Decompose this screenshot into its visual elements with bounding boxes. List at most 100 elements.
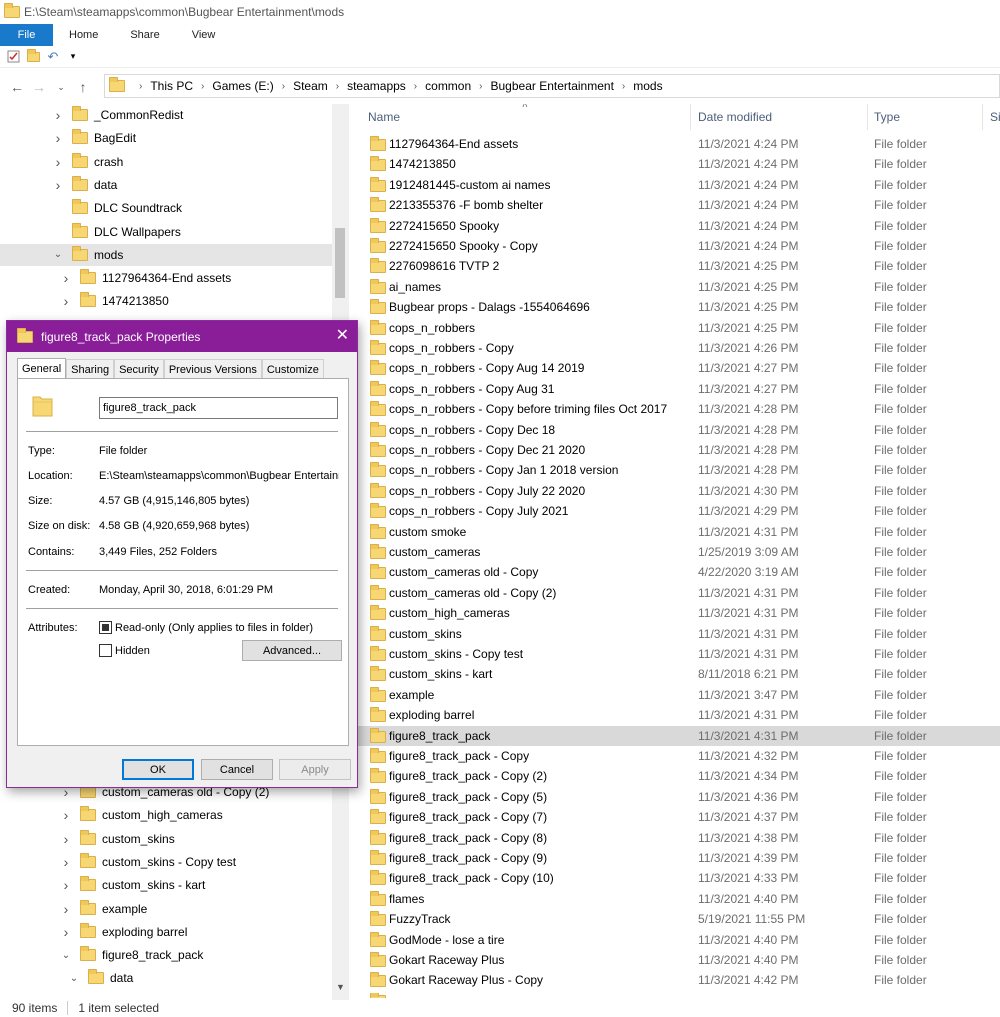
tree-item[interactable]: › 1127964364-End assets <box>0 267 332 289</box>
list-item[interactable]: figure8_track_pack - Copy (5) 11/3/2021 4… <box>352 787 1000 807</box>
list-item[interactable]: custom_cameras old - Copy (2) 11/3/2021 4… <box>352 583 1000 603</box>
list-item[interactable]: cops_n_robbers - Copy Dec 21 2020 11/3/20… <box>352 440 1000 460</box>
chevron-right-icon[interactable]: › <box>60 270 72 286</box>
chevron-right-icon[interactable]: › <box>52 154 64 170</box>
tree-item[interactable]: › data <box>0 174 332 196</box>
chevron-right-icon[interactable]: › <box>60 901 72 917</box>
breadcrumb-item[interactable]: steamapps <box>347 79 406 93</box>
scroll-down-icon[interactable]: ▼ <box>336 982 345 992</box>
list-item[interactable]: figure8_track_pack - Copy (10) 11/3/2021 … <box>352 868 1000 888</box>
ok-button[interactable]: OK <box>122 759 194 780</box>
tree-item[interactable]: DLC Soundtrack <box>0 197 332 219</box>
readonly-label[interactable]: Read-only (Only applies to files in fold… <box>115 622 313 634</box>
tree-item[interactable]: › 1474213850 <box>0 290 332 312</box>
list-item[interactable]: figure8_track_pack - Copy 11/3/2021 4:32 … <box>352 746 1000 766</box>
list-item[interactable]: custom_skins 11/3/2021 4:31 PM File folder <box>352 624 1000 644</box>
apply-button[interactable]: Apply <box>279 759 351 780</box>
chevron-down-icon[interactable]: ⌄ <box>52 249 64 260</box>
readonly-checkbox[interactable] <box>99 621 112 634</box>
up-icon[interactable]: ↑ <box>72 76 94 98</box>
tab-view[interactable]: View <box>176 24 232 46</box>
list-item[interactable]: cops_n_robbers - Copy July 2021 11/3/2021… <box>352 501 1000 521</box>
list-item[interactable]: GodMode - lose a tire 11/3/2021 4:40 PM Fi… <box>352 930 1000 950</box>
tree-item[interactable]: › example <box>0 898 332 920</box>
tree-item[interactable]: ⌄ data <box>0 967 332 989</box>
tab-security[interactable]: Security <box>114 359 164 379</box>
list-item[interactable]: cops_n_robbers - Copy Jan 1 2018 version… <box>352 460 1000 480</box>
breadcrumb-item[interactable]: mods <box>633 79 662 93</box>
list-item[interactable]: custom_high_cameras 11/3/2021 4:31 PM File… <box>352 603 1000 623</box>
scrollbar-thumb[interactable] <box>335 228 345 298</box>
chevron-right-icon[interactable]: › <box>52 177 64 193</box>
advanced-button[interactable]: Advanced... <box>242 640 342 661</box>
list-item[interactable]: custom_cameras old - Copy 4/22/2020 3:19 … <box>352 562 1000 582</box>
chevron-right-icon[interactable]: › <box>60 854 72 870</box>
list-item[interactable]: FuzzyTrack 5/19/2021 11:55 PM File folder <box>352 909 1000 929</box>
forward-icon[interactable]: → <box>28 76 50 98</box>
tab-general[interactable]: General <box>17 358 67 379</box>
breadcrumb-item[interactable]: common <box>425 79 471 93</box>
recent-locations-icon[interactable]: ⌄ <box>50 76 72 98</box>
chevron-right-icon[interactable]: › <box>60 831 72 847</box>
list-item[interactable]: cops_n_robbers - Copy Aug 31 11/3/2021 4:… <box>352 379 1000 399</box>
list-item[interactable]: 2272415650 Spooky - Copy 11/3/2021 4:24 P… <box>352 236 1000 256</box>
tree-item[interactable]: › custom_skins - Copy test <box>0 851 332 873</box>
list-item[interactable]: example 11/3/2021 3:47 PM File folder <box>352 685 1000 705</box>
list-item[interactable]: flames 11/3/2021 4:40 PM File folder <box>352 889 1000 909</box>
list-item[interactable]: 1912481445-custom ai names 11/3/2021 4:24… <box>352 175 1000 195</box>
dialog-title-bar[interactable]: figure8_track_pack Properties <box>7 321 357 352</box>
list-item[interactable]: custom_skins - kart 8/11/2018 6:21 PM File… <box>352 664 1000 684</box>
list-item[interactable]: cops_n_robbers 11/3/2021 4:25 PM File fold… <box>352 318 1000 338</box>
list-item[interactable]: figure8_track_pack - Copy (7) 11/3/2021 4… <box>352 807 1000 827</box>
breadcrumb-item[interactable]: Bugbear Entertainment <box>491 79 614 93</box>
tree-item[interactable]: › custom_high_cameras <box>0 804 332 826</box>
chevron-right-icon[interactable]: › <box>60 293 72 309</box>
tree-item[interactable]: ⌄ figure8_track_pack <box>0 944 332 966</box>
list-item[interactable]: 2276098616 TVTP 2 11/3/2021 4:25 PM File f… <box>352 256 1000 276</box>
close-icon[interactable]: ✕ <box>336 328 349 344</box>
folder-name-field[interactable]: figure8_track_pack <box>99 397 338 419</box>
tree-item[interactable]: ⌄ mods <box>0 243 332 266</box>
list-item[interactable]: cops_n_robbers - Copy before triming fil… <box>352 399 1000 419</box>
column-type[interactable]: Type <box>874 110 900 124</box>
chevron-down-icon[interactable]: ⌄ <box>68 973 80 984</box>
properties-icon[interactable] <box>6 50 20 64</box>
list-item[interactable]: Gokart Raceway Plus - Copy 11/3/2021 4:42… <box>352 970 1000 990</box>
tab-customize[interactable]: Customize <box>261 359 324 379</box>
list-item[interactable]: cops_n_robbers - Copy Aug 14 2019 11/3/20… <box>352 358 1000 378</box>
breadcrumb-item[interactable]: Games (E:) <box>212 79 273 93</box>
list-item[interactable]: Bugbear props - Dalags -1554064696 11/3/2… <box>352 297 1000 317</box>
list-item[interactable]: figure8_track_pack 11/3/2021 4:31 PM File … <box>352 725 1000 746</box>
breadcrumb-item[interactable]: This PC <box>150 79 193 93</box>
breadcrumb-item[interactable]: Steam <box>293 79 328 93</box>
list-item[interactable]: 2272415650 Spooky 11/3/2021 4:24 PM File f… <box>352 216 1000 236</box>
tab-previous-versions[interactable]: Previous Versions <box>163 359 262 379</box>
chevron-down-icon[interactable]: ⌄ <box>60 950 72 961</box>
chevron-right-icon[interactable]: › <box>60 807 72 823</box>
list-item[interactable]: ai_names 11/3/2021 4:25 PM File folder <box>352 277 1000 297</box>
tree-item[interactable]: › _CommonRedist <box>0 104 332 126</box>
column-name[interactable]: Name <box>368 110 400 124</box>
list-item[interactable]: cops_n_robbers - Copy 11/3/2021 4:26 PM Fi… <box>352 338 1000 358</box>
tab-share[interactable]: Share <box>114 24 175 46</box>
list-item[interactable]: figure8_track_pack - Copy (8) 11/3/2021 4… <box>352 828 1000 848</box>
list-item[interactable]: cops_n_robbers - Copy Dec 18 11/3/2021 4:… <box>352 420 1000 440</box>
tab-home[interactable]: Home <box>53 24 114 46</box>
column-date[interactable]: Date modified <box>698 110 772 124</box>
customize-toolbar-icon[interactable]: ▾ <box>66 50 80 64</box>
list-item[interactable]: cops_n_robbers - Copy July 22 2020 11/3/2… <box>352 481 1000 501</box>
list-item[interactable]: figure8_track_pack - Copy (9) 11/3/2021 4… <box>352 848 1000 868</box>
tab-sharing[interactable]: Sharing <box>66 359 115 379</box>
list-item[interactable]: custom_cameras 1/25/2019 3:09 AM File fold… <box>352 542 1000 562</box>
hidden-checkbox[interactable] <box>99 644 112 657</box>
tab-file[interactable]: File <box>0 24 53 46</box>
list-item[interactable]: custom_skins - Copy test 11/3/2021 4:31 P… <box>352 644 1000 664</box>
list-item[interactable]: figure8_track_pack - Copy (2) 11/3/2021 4… <box>352 766 1000 786</box>
back-icon[interactable]: ← <box>6 76 28 98</box>
chevron-right-icon[interactable]: › <box>60 877 72 893</box>
list-item[interactable]: Gokart Raceway Plus 11/3/2021 4:40 PM File… <box>352 950 1000 970</box>
list-item[interactable]: 1127964364-End assets 11/3/2021 4:24 PM Fi… <box>352 134 1000 154</box>
list-item[interactable]: custom smoke 11/3/2021 4:31 PM File folder <box>352 522 1000 542</box>
list-item[interactable]: 1474213850 11/3/2021 4:24 PM File folder <box>352 154 1000 174</box>
tree-item[interactable]: › exploding barrel <box>0 921 332 943</box>
